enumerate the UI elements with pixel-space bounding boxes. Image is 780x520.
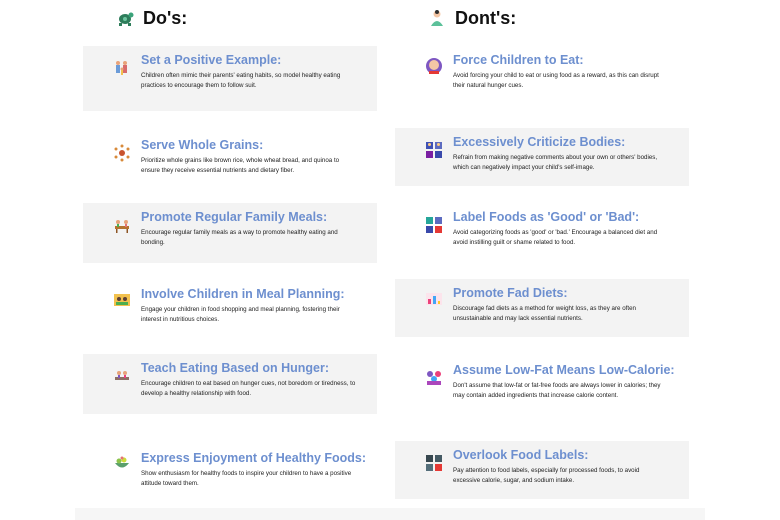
donts-heading: Dont's: [455, 7, 517, 28]
dos-heading: Do's: [143, 7, 188, 28]
donts-title-2: Excessively Criticize Bodies: [453, 135, 626, 149]
donts-title-1: Force Children to Eat: [453, 53, 584, 67]
donts-desc-6: Pay attention to food labels, especially… [453, 467, 640, 484]
family-icon [113, 59, 131, 77]
bodies-grid-icon [425, 141, 443, 159]
dos-heading-row: Do's: [115, 6, 187, 30]
donts-heading-row: Dont's: [427, 6, 516, 30]
dos-desc-4: Engage your children in food shopping an… [141, 306, 340, 323]
child-face-icon [425, 57, 443, 75]
dos-card-6: Express Enjoyment of Healthy Foods: Show… [83, 444, 377, 508]
dos-title-4: Involve Children in Meal Planning: [141, 287, 345, 301]
dos-desc-5: Encourage children to eat based on hunge… [141, 380, 356, 397]
donts-card-2: Excessively Criticize Bodies: Refrain fr… [395, 128, 689, 186]
donts-title-6: Overlook Food Labels: [453, 448, 589, 462]
meal-planning-icon [113, 291, 131, 309]
donts-desc-2: Refrain from making negative comments ab… [453, 154, 658, 171]
donts-desc-4: Discourage fad diets as a method for wei… [453, 305, 636, 322]
donts-card-5: Assume Low-Fat Means Low-Calorie: Don't … [395, 356, 689, 422]
donts-title-5: Assume Low-Fat Means Low-Calorie: [453, 363, 675, 377]
dos-title-6: Express Enjoyment of Healthy Foods: [141, 451, 367, 465]
dos-desc-6: Show enthusiasm for healthy foods to ins… [141, 470, 352, 487]
donts-desc-5: Don't assume that low-fat or fat-free fo… [453, 382, 661, 399]
hunger-icon [113, 368, 131, 386]
family-meal-icon [113, 216, 131, 234]
dos-title-2: Serve Whole Grains: [141, 138, 264, 152]
donts-desc-3: Avoid categorizing foods as 'good' or 'b… [453, 229, 658, 246]
donts-card-6: Overlook Food Labels: Pay attention to f… [395, 441, 689, 499]
dos-card-3: Promote Regular Family Meals: Encourage … [83, 203, 377, 263]
dos-title-3: Promote Regular Family Meals: [141, 210, 328, 224]
bottom-bar [75, 508, 705, 520]
donts-card-3: Label Foods as 'Good' or 'Bad': Avoid ca… [395, 203, 689, 263]
donts-card-4: Promote Fad Diets: Discourage fad diets … [395, 279, 689, 337]
turtle-icon [115, 8, 135, 28]
dos-card-1: Set a Positive Example: Children often m… [83, 46, 377, 111]
dos-desc-2: Prioritize whole grains like brown rice,… [141, 157, 340, 174]
dos-desc-3: Encourage regular family meals as a way … [141, 229, 338, 246]
food-labels-icon [425, 216, 443, 234]
label-grid-icon [425, 454, 443, 472]
dos-card-5: Teach Eating Based on Hunger: Encourage … [83, 354, 377, 414]
dos-title-1: Set a Positive Example: [141, 53, 282, 67]
dos-card-4: Involve Children in Meal Planning: Engag… [83, 280, 377, 340]
dos-card-2: Serve Whole Grains: Prioritize whole gra… [83, 131, 377, 191]
dos-desc-1: Children often mimic their parents' eati… [141, 72, 341, 89]
grains-icon [113, 144, 131, 162]
donts-title-3: Label Foods as 'Good' or 'Bad': [453, 210, 640, 224]
dos-title-5: Teach Eating Based on Hunger: [141, 361, 329, 375]
person-icon [427, 8, 447, 28]
salad-bowl-icon [113, 454, 131, 472]
donts-title-4: Promote Fad Diets: [453, 286, 568, 300]
diet-chart-icon [425, 290, 443, 308]
group-icon [425, 368, 443, 386]
donts-desc-1: Avoid forcing your child to eat or using… [453, 72, 659, 89]
donts-card-1: Force Children to Eat: Avoid forcing you… [395, 46, 689, 111]
